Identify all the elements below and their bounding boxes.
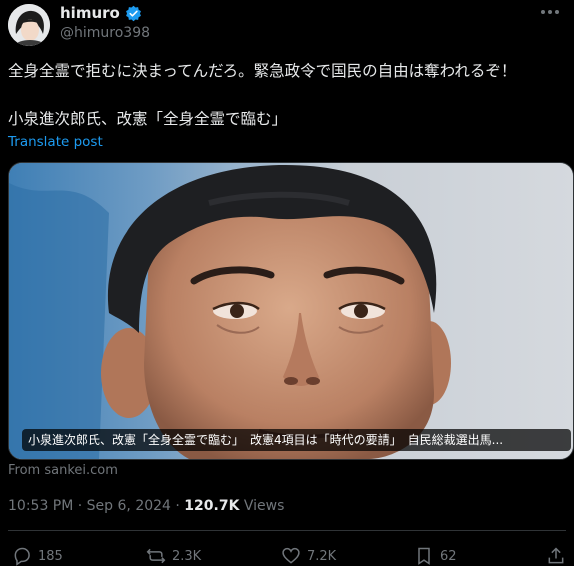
action-bar: 185 2.3K 7.2K 62 bbox=[0, 546, 574, 566]
views-count: 120.7K bbox=[184, 498, 240, 514]
bookmark-count: 62 bbox=[440, 548, 457, 564]
bookmark-icon bbox=[418, 547, 430, 565]
tweet-text-line2: 小泉進次郎氏、改憲「全身全霊で臨む」 bbox=[8, 110, 288, 128]
like-button[interactable]: 7.2K bbox=[281, 546, 336, 566]
repost-count: 2.3K bbox=[172, 548, 202, 564]
share-button[interactable] bbox=[546, 546, 566, 566]
media-caption: 小泉進次郎氏、改憲「全身全霊で臨む」 改憲4項目は「時代の要請」 自民総裁選出馬… bbox=[22, 429, 571, 451]
verified-badge-icon bbox=[125, 5, 141, 21]
author-handle[interactable]: @himuro398 bbox=[60, 25, 150, 41]
reply-count: 185 bbox=[38, 548, 63, 564]
tweet-meta: 10:53 PM · Sep 6, 2024 · 120.7K Views bbox=[8, 498, 284, 514]
author-name-row[interactable]: himuro bbox=[60, 4, 142, 22]
media-source[interactable]: From sankei.com bbox=[8, 463, 118, 478]
news-photo-image bbox=[9, 163, 573, 459]
avatar[interactable] bbox=[8, 4, 50, 46]
repost-icon bbox=[146, 548, 166, 564]
tweet-media-card[interactable]: 小泉進次郎氏、改憲「全身全霊で臨む」 改憲4項目は「時代の要請」 自民総裁選出馬… bbox=[8, 162, 574, 460]
bookmark-button[interactable]: 62 bbox=[414, 546, 457, 566]
tweet-timestamp[interactable]: 10:53 PM · Sep 6, 2024 · bbox=[8, 498, 184, 514]
more-options-icon[interactable] bbox=[540, 8, 560, 16]
tweet-text-line1: 全身全霊で拒むに決まってんだろ。緊急政令で国民の自由は奪われるぞ！ bbox=[8, 62, 517, 80]
heart-icon bbox=[282, 547, 300, 564]
share-icon bbox=[548, 547, 564, 564]
author-name[interactable]: himuro bbox=[60, 4, 120, 22]
avatar-image bbox=[8, 4, 50, 46]
repost-button[interactable]: 2.3K bbox=[146, 546, 201, 566]
like-count: 7.2K bbox=[307, 548, 337, 564]
views-label: Views bbox=[239, 498, 285, 514]
reply-button[interactable]: 185 bbox=[12, 546, 63, 566]
reply-icon bbox=[14, 547, 30, 566]
divider bbox=[8, 530, 566, 531]
translate-post-link[interactable]: Translate post bbox=[8, 134, 103, 150]
